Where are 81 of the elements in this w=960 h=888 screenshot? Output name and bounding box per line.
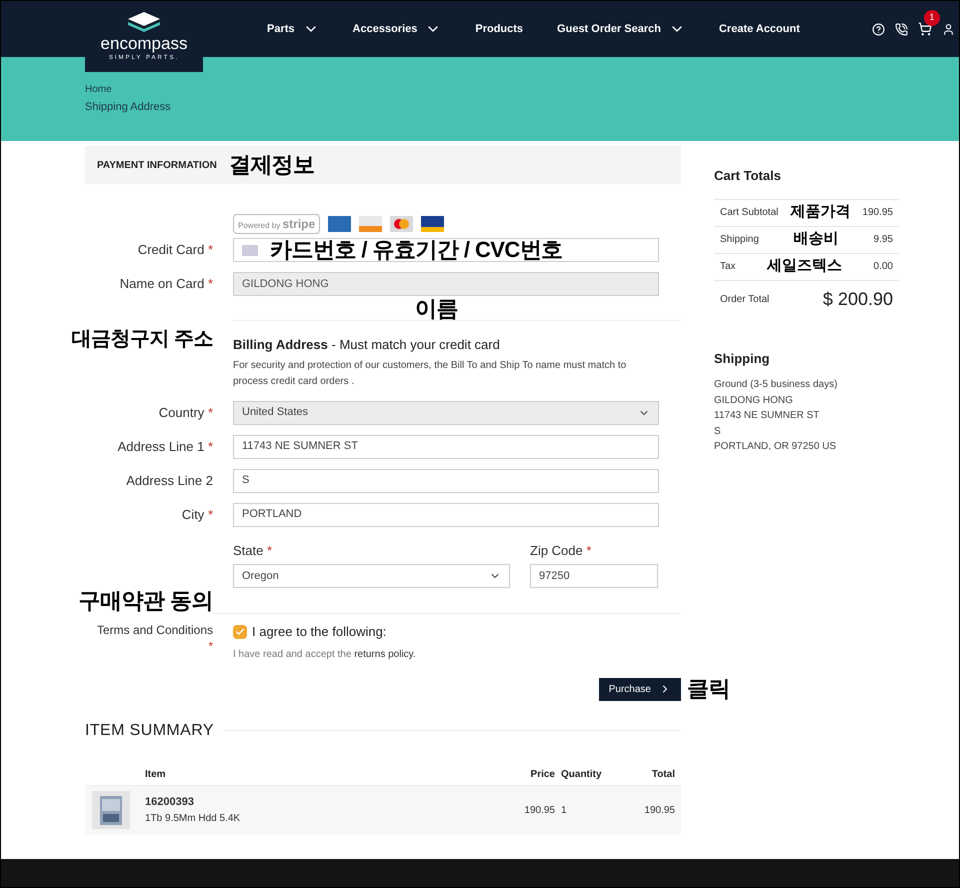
shipping-line: 11743 NE SUMNER ST (714, 409, 820, 423)
account-icon[interactable] (942, 22, 955, 36)
stripe-badge: Powered by stripe (233, 214, 320, 234)
cart-count-badge: 1 (924, 10, 940, 26)
card-icon (242, 244, 258, 256)
annotation: 클릭 (687, 678, 731, 700)
shipping-line: PORTLAND, OR 97250 US (714, 440, 838, 454)
card-number-field[interactable]: 카드번호 / 유효기간 / CVC번호 (233, 238, 659, 262)
column-header: Item (145, 768, 167, 782)
card-brand-icon (421, 216, 444, 232)
country-select[interactable]: United States (233, 400, 659, 424)
input-field[interactable]: PORTLAND (233, 502, 659, 526)
required-mark: * (207, 638, 213, 654)
logo-mark-icon (126, 11, 162, 33)
cart-icon[interactable] (918, 22, 932, 36)
breadcrumb-current: Shipping Address (85, 100, 172, 114)
section-title: PAYMENT INFORMATION (97, 158, 217, 172)
annotation: 구매약관 동의 (78, 588, 213, 613)
input-field[interactable]: 97250 (530, 564, 658, 588)
breadcrumb-link[interactable]: Home (85, 82, 959, 96)
totals-value: 9.95 (874, 233, 893, 247)
annotation: 대금청구지 주소 (71, 328, 213, 350)
annotation: 카드번호 / 유효기간 / CVC번호 (270, 239, 563, 261)
checkbox-label: I agree to the following: (252, 623, 386, 641)
nav-link[interactable]: Products (475, 20, 524, 38)
table-cell-text: 190.95 (643, 804, 675, 818)
field-label: Name on Card * (118, 275, 213, 294)
nav-link[interactable]: Parts (267, 20, 319, 38)
order-total: $ 200.90 (822, 288, 893, 311)
shipping-title: Shipping (714, 350, 771, 368)
field-label: Country * (158, 404, 213, 422)
totals-label: Order Total (720, 293, 770, 307)
field-label: Zip Code * (530, 542, 592, 560)
item-description: 1Tb 9.5Mm Hdd 5.4K (145, 812, 242, 826)
input-field[interactable]: GILDONG HONG (233, 272, 659, 296)
billing-title: Billing Address - Must match your credit card (233, 336, 501, 354)
help-icon[interactable] (872, 22, 885, 36)
checkbox[interactable] (233, 624, 247, 639)
column-header: Quantity (560, 768, 603, 782)
annotation: 제품가격 (790, 202, 850, 222)
totals-label: Tax (720, 260, 736, 274)
logo-name: encompass (100, 33, 188, 54)
shipping-line: S (714, 424, 722, 438)
field-label: Terms and Conditions (96, 622, 213, 638)
column-header: Price (530, 768, 555, 782)
annotation: 세일즈텍스 (767, 256, 842, 276)
state-select[interactable]: Oregon (233, 564, 510, 588)
purchase-button[interactable]: Purchase (598, 678, 681, 700)
summary-title: ITEM SUMMARY (85, 720, 214, 740)
annotation: 배송비 (794, 229, 839, 250)
field-label: Credit Card * (136, 241, 213, 260)
input-field[interactable]: S (233, 468, 659, 492)
totals-label: Cart Subtotal (720, 206, 778, 220)
returns-policy-link[interactable]: returns policy. (354, 648, 416, 660)
shipping-line: GILDONG HONG (714, 394, 794, 408)
annotation: 결제정보 (228, 154, 315, 176)
card-brand-icon (359, 216, 382, 232)
nav-link[interactable]: Guest Order Search (557, 20, 685, 38)
totals-value: 190.95 (862, 206, 893, 220)
input-field[interactable]: 11743 NE SUMNER ST (233, 434, 659, 458)
check-icon (235, 626, 245, 637)
table-cell-text: 190.95 (523, 804, 555, 818)
field-label: State * (233, 542, 274, 560)
shipping-line: Ground (3-5 business days) (714, 378, 838, 392)
card-brand-icon (390, 216, 414, 232)
item-number: 16200393 (145, 795, 195, 810)
nav-link[interactable]: Accessories (352, 20, 442, 38)
phone-icon[interactable] (894, 22, 908, 36)
field-label: Address Line 2 (125, 472, 213, 490)
billing-description: For security and protection of our customers, the Bill To and Ship To name must match to process credit card orders . (233, 358, 628, 388)
annotation: 이름 (415, 296, 458, 321)
totals-value: 0.00 (874, 260, 893, 274)
cart-totals-title: Cart Totals (714, 167, 782, 185)
totals-label: Shipping (720, 233, 759, 247)
field-label: Address Line 1 * (116, 438, 213, 456)
field-label: City * (180, 506, 213, 524)
terms-text: I have read and accept the returns policy. (233, 648, 416, 662)
column-header: Total (650, 768, 675, 782)
table-cell-text: 1 (560, 804, 568, 818)
nav-link[interactable]: Create Account (718, 20, 800, 38)
card-brand-icon (328, 216, 352, 232)
